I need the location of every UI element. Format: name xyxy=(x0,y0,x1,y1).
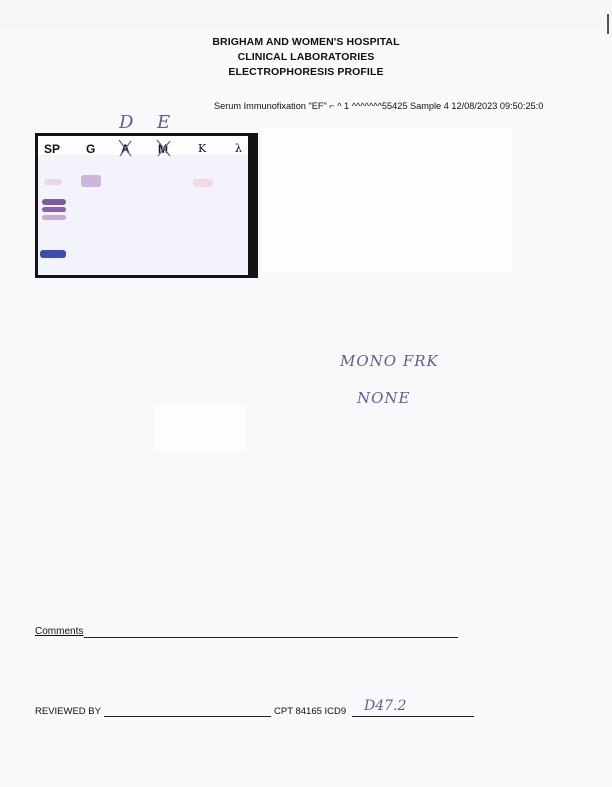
lane-label-sp: SP xyxy=(44,142,61,156)
sp-band-albumin-faint xyxy=(44,179,62,185)
report-type: ELECTROPHORESIS PROFILE xyxy=(228,66,384,78)
comments-label: Comments xyxy=(35,626,84,637)
handwritten-lane-mark-d: D xyxy=(119,112,134,133)
sp-band-3 xyxy=(42,215,66,220)
icd9-handwritten-code: D47.2 xyxy=(364,698,407,714)
sp-band-1 xyxy=(42,199,66,205)
blank-patch xyxy=(155,405,245,450)
hospital-name: BRIGHAM AND WOMEN'S HOSPITAL xyxy=(212,36,400,48)
scan-top-margin xyxy=(0,0,612,30)
comments-line xyxy=(84,637,458,638)
blank-region xyxy=(262,128,512,273)
report-header: BRIGHAM AND WOMEN'S HOSPITAL CLINICAL LA… xyxy=(0,35,612,80)
scan-edge-mark xyxy=(607,14,609,34)
test-info-line: Serum Immunofixation "EF" ⌐ ^ 1 ^^^^^^^5… xyxy=(214,101,544,111)
handwritten-note-line2: NONE xyxy=(357,389,411,407)
lane-label-g: G xyxy=(86,142,96,156)
lane-label-lambda: λ xyxy=(235,142,242,155)
sp-band-albumin xyxy=(40,250,66,258)
k-lane-band xyxy=(193,179,213,187)
reviewed-by-label: REVIEWED BY xyxy=(35,706,101,717)
icd9-line xyxy=(352,716,474,717)
department-name: CLINICAL LABORATORIES xyxy=(237,51,375,63)
sp-band-2 xyxy=(42,207,66,212)
handwritten-lane-mark-e: E xyxy=(157,112,171,133)
reviewed-by-line xyxy=(104,716,271,717)
g-lane-band xyxy=(81,175,101,187)
handwritten-note-line1: MONO FRK xyxy=(340,352,439,370)
gel-lanes-area xyxy=(38,155,248,275)
lane-label-kappa: K xyxy=(198,142,207,155)
cpt-icd-label: CPT 84165 ICD9 xyxy=(274,706,347,717)
strike-marks xyxy=(118,139,171,157)
